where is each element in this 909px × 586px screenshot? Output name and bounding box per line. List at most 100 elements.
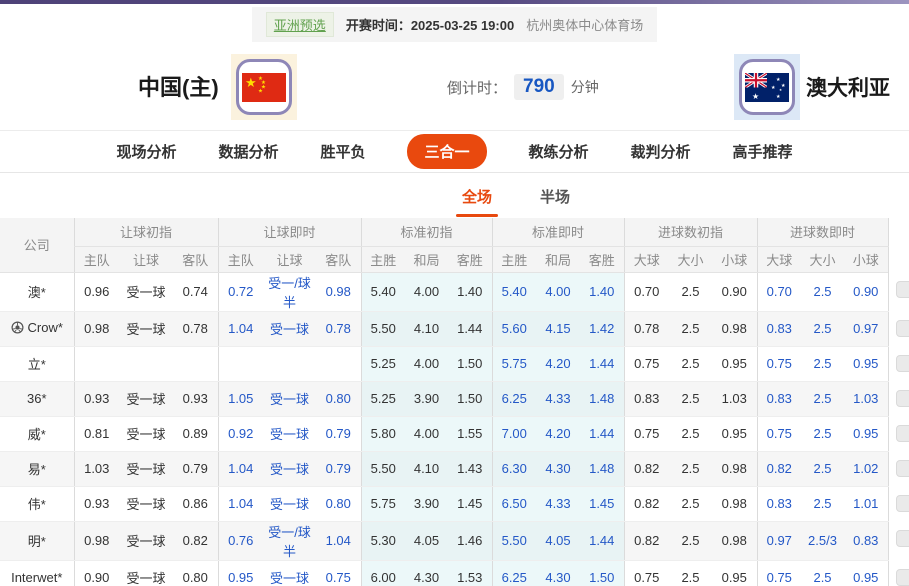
china-flag-icon: ★ ★ ★ ★ ★ bbox=[242, 73, 286, 102]
cutoff-button[interactable] bbox=[896, 569, 909, 586]
odds-cell: 受一球 bbox=[263, 451, 316, 486]
odds-cell: 4.33 bbox=[536, 486, 580, 521]
odds-cell: 0.95 bbox=[844, 416, 888, 451]
svg-text:★: ★ bbox=[258, 88, 263, 94]
column-subheader: 和局 bbox=[405, 246, 448, 272]
odds-cell: 2.5 bbox=[801, 560, 844, 586]
column-group-header: 让球即时 bbox=[218, 218, 361, 246]
odds-cell: 1.03 bbox=[844, 381, 888, 416]
odds-cell: 2.5 bbox=[801, 311, 844, 346]
odds-cell: 0.95 bbox=[218, 560, 263, 586]
company-cell[interactable]: 威* bbox=[0, 416, 74, 451]
company-name: 36* bbox=[27, 391, 47, 406]
odds-cell: 受一球 bbox=[119, 311, 173, 346]
odds-cell: 0.79 bbox=[316, 416, 361, 451]
company-cell[interactable]: 伟* bbox=[0, 486, 74, 521]
odds-cell: 0.75 bbox=[316, 560, 361, 586]
odds-cell: 0.97 bbox=[844, 311, 888, 346]
company-cell[interactable]: 易* bbox=[0, 451, 74, 486]
odds-cell: 5.50 bbox=[361, 311, 405, 346]
odds-cell: 2.5 bbox=[801, 346, 844, 381]
cutoff-button[interactable] bbox=[896, 281, 909, 298]
nav-tab-three-in-one[interactable]: 三合一 bbox=[407, 134, 486, 169]
odds-cell: 0.75 bbox=[624, 346, 669, 381]
odds-cell: 2.5 bbox=[801, 451, 844, 486]
column-subheader: 大球 bbox=[757, 246, 801, 272]
odds-cell bbox=[218, 346, 263, 381]
odds-cell: 0.75 bbox=[757, 416, 801, 451]
odds-cell: 5.30 bbox=[361, 521, 405, 560]
odds-cell: 0.72 bbox=[218, 272, 263, 311]
company-cell[interactable]: Crow* bbox=[0, 311, 74, 346]
cutoff-button[interactable] bbox=[896, 425, 909, 442]
subtab-half-match[interactable]: 半场 bbox=[540, 186, 570, 207]
nav-tab-coach-analysis[interactable]: 教练分析 bbox=[529, 141, 589, 162]
nav-tab-data-analysis[interactable]: 数据分析 bbox=[218, 141, 278, 162]
odds-cell: 4.20 bbox=[536, 416, 580, 451]
league-badge[interactable]: 亚洲预选 bbox=[266, 12, 334, 37]
odds-cell: 0.86 bbox=[173, 486, 218, 521]
cutoff-button[interactable] bbox=[896, 390, 909, 407]
company-name: 威* bbox=[28, 427, 46, 442]
odds-cell: 0.95 bbox=[844, 560, 888, 586]
company-cell[interactable]: 立* bbox=[0, 346, 74, 381]
odds-cell: 5.60 bbox=[492, 311, 536, 346]
odds-cell bbox=[316, 346, 361, 381]
odds-cell: 6.30 bbox=[492, 451, 536, 486]
odds-cell: 0.98 bbox=[74, 311, 119, 346]
odds-cell: 4.00 bbox=[405, 272, 448, 311]
column-subheader: 大小 bbox=[801, 246, 844, 272]
odds-cell bbox=[74, 346, 119, 381]
odds-cell: 1.44 bbox=[580, 521, 624, 560]
odds-cell: 0.98 bbox=[712, 521, 757, 560]
company-name: Interwet* bbox=[11, 570, 62, 585]
company-cell[interactable]: 36* bbox=[0, 381, 74, 416]
home-team-name: 中国(主) bbox=[138, 70, 219, 102]
odds-cell: 1.45 bbox=[448, 486, 492, 521]
company-cell[interactable]: 澳* bbox=[0, 272, 74, 311]
cutoff-cell bbox=[888, 521, 909, 560]
odds-cell: 2.5 bbox=[801, 416, 844, 451]
odds-cell: 0.95 bbox=[712, 560, 757, 586]
odds-cell bbox=[263, 346, 316, 381]
odds-cell: 2.5 bbox=[669, 346, 712, 381]
odds-cell: 4.33 bbox=[536, 381, 580, 416]
odds-cell: 受一/球半 bbox=[263, 521, 316, 560]
company-cell[interactable]: Interwet* bbox=[0, 560, 74, 586]
cutoff-button[interactable] bbox=[896, 320, 909, 337]
cutoff-button[interactable] bbox=[896, 355, 909, 372]
cutoff-button[interactable] bbox=[896, 495, 909, 512]
australia-flag-icon: ★ ★ ★ ★ ★ ★ bbox=[745, 73, 789, 102]
cutoff-cell bbox=[888, 486, 909, 521]
odds-cell: 3.90 bbox=[405, 381, 448, 416]
column-subheader: 主队 bbox=[218, 246, 263, 272]
odds-cell bbox=[119, 346, 173, 381]
odds-cell: 7.00 bbox=[492, 416, 536, 451]
odds-cell: 受一球 bbox=[119, 272, 173, 311]
odds-cell: 0.78 bbox=[316, 311, 361, 346]
odds-row: 立*5.254.001.505.754.201.440.752.50.950.7… bbox=[0, 346, 909, 381]
cutoff-button[interactable] bbox=[896, 530, 909, 547]
odds-cell: 0.78 bbox=[173, 311, 218, 346]
odds-cell: 0.95 bbox=[844, 346, 888, 381]
odds-cell: 2.5 bbox=[669, 381, 712, 416]
cutoff-button[interactable] bbox=[896, 460, 909, 477]
odds-cell: 0.98 bbox=[712, 451, 757, 486]
odds-cell: 1.44 bbox=[448, 311, 492, 346]
nav-tab-win-draw-lose[interactable]: 胜平负 bbox=[320, 141, 365, 162]
odds-cell: 受一球 bbox=[119, 416, 173, 451]
odds-cell: 1.42 bbox=[580, 311, 624, 346]
odds-cell: 1.04 bbox=[218, 486, 263, 521]
nav-tab-live-analysis[interactable]: 现场分析 bbox=[116, 141, 176, 162]
odds-cell: 0.93 bbox=[173, 381, 218, 416]
odds-cell: 4.30 bbox=[536, 451, 580, 486]
nav-tab-expert-picks[interactable]: 高手推荐 bbox=[733, 141, 793, 162]
odds-cell: 1.43 bbox=[448, 451, 492, 486]
odds-cell: 0.81 bbox=[74, 416, 119, 451]
nav-tab-referee-analysis[interactable]: 裁判分析 bbox=[631, 141, 691, 162]
company-name: 易* bbox=[28, 462, 46, 477]
football-icon bbox=[11, 321, 24, 337]
odds-cell: 4.00 bbox=[405, 346, 448, 381]
company-cell[interactable]: 明* bbox=[0, 521, 74, 560]
subtab-full-match[interactable]: 全场 bbox=[462, 186, 492, 207]
